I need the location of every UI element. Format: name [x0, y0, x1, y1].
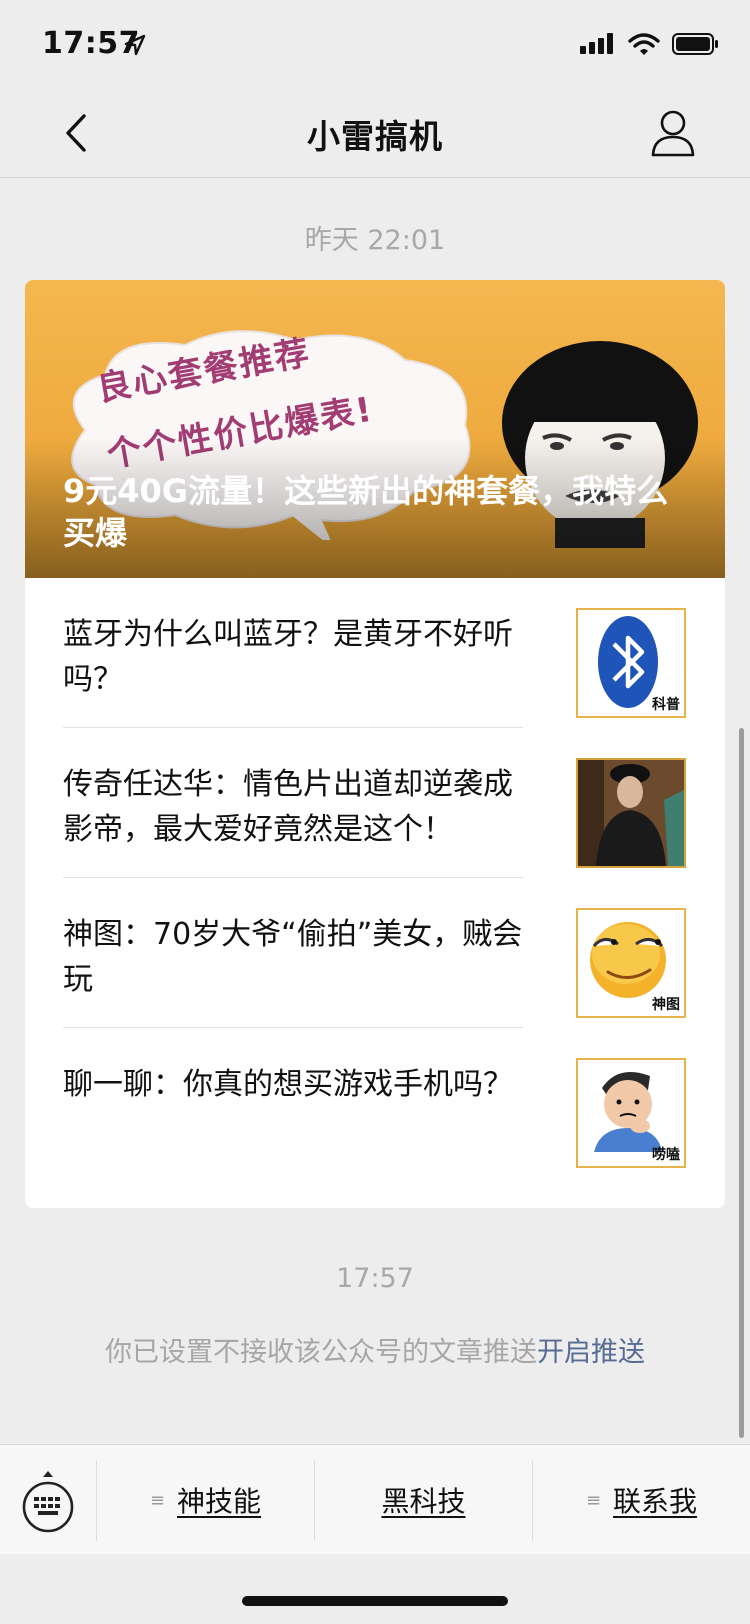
- nav-bar: 小雷搞机: [0, 88, 750, 178]
- person-photo: [578, 760, 684, 866]
- article-title: 传奇任达华：情色片出道却逆袭成影帝，最大爱好竟然是这个！: [63, 767, 513, 847]
- menu-item-label: 联系我: [613, 1485, 698, 1518]
- enable-push-link[interactable]: 开启推送: [537, 1337, 645, 1368]
- article-title: 聊一聊：你真的想买游戏手机吗？: [63, 1067, 513, 1102]
- article-thumbnail: [576, 758, 686, 868]
- wifi-icon: [628, 33, 660, 55]
- article-list: 蓝牙为什么叫蓝牙？是黄牙不好听吗？ 科普 传奇任达华：情色片出道却逆袭成影帝，最…: [25, 578, 725, 1178]
- thumbnail-tag: 唠嗑: [652, 1147, 680, 1163]
- thumbnail-tag: 科普: [652, 697, 680, 713]
- article-thumbnail: 神图: [576, 908, 686, 1018]
- list-item[interactable]: 聊一聊：你真的想买游戏手机吗？ 唠嗑: [25, 1028, 725, 1178]
- menu-item-label: 神技能: [177, 1485, 262, 1518]
- person-icon[interactable]: [650, 108, 696, 158]
- article-thumbnail: 科普: [576, 608, 686, 718]
- article-title: 蓝牙为什么叫蓝牙？是黄牙不好听吗？: [63, 617, 513, 697]
- menu-item-label: 黑科技: [381, 1485, 466, 1518]
- thumbnail-tag: 神图: [652, 997, 680, 1013]
- home-indicator[interactable]: [242, 1596, 508, 1606]
- location-arrow-icon: [124, 34, 146, 56]
- status-bar: 17:57: [0, 0, 750, 88]
- push-notice: 你已设置不接收该公众号的文章推送开启推送: [0, 1330, 750, 1369]
- menu-item-tech[interactable]: 黑科技: [315, 1445, 532, 1555]
- notice-timestamp: 17:57: [336, 1263, 414, 1294]
- article-thumbnail: 唠嗑: [576, 1058, 686, 1168]
- submenu-icon: ≡: [149, 1489, 166, 1511]
- notice-text: 你已设置不接收该公众号的文章推送: [105, 1337, 537, 1368]
- hero-article-title: 9元40G流量！这些新出的神套餐，我特么买爆: [63, 472, 669, 552]
- message-timestamp: 昨天 22:01: [304, 225, 446, 256]
- keyboard-icon[interactable]: [20, 1467, 76, 1533]
- battery-icon: [672, 33, 718, 55]
- list-item[interactable]: 传奇任达华：情色片出道却逆袭成影帝，最大爱好竟然是这个！: [25, 728, 725, 878]
- signal-icon: [580, 33, 613, 54]
- page-title: 小雷搞机: [307, 117, 443, 156]
- submenu-icon: ≡: [585, 1489, 602, 1511]
- article-title: 神图：70岁大爷“偷拍”美女，贼会玩: [63, 917, 523, 997]
- scrollbar[interactable]: [739, 728, 744, 1438]
- list-item[interactable]: 神图：70岁大爷“偷拍”美女，贼会玩 神图: [25, 878, 725, 1028]
- menu-item-skills[interactable]: ≡ 神技能: [97, 1445, 314, 1555]
- bottom-menu: ≡ 神技能 黑科技 ≡ 联系我: [0, 1444, 750, 1554]
- hero-article[interactable]: 良心套餐推荐 个个性价比爆表! 9元40G流量！这些新出的神套餐，我特么买爆: [25, 280, 725, 578]
- list-item[interactable]: 蓝牙为什么叫蓝牙？是黄牙不好听吗？ 科普: [25, 578, 725, 728]
- article-card: 良心套餐推荐 个个性价比爆表! 9元40G流量！这些新出的神套餐，我特么买爆 蓝…: [25, 280, 725, 1208]
- menu-item-contact[interactable]: ≡ 联系我: [533, 1445, 750, 1555]
